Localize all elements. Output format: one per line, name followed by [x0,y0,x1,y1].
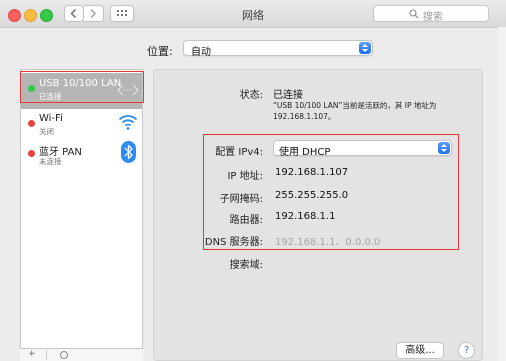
popup-arrows-icon [359,42,371,54]
search-placeholder: 搜索 [423,12,443,23]
service-status: 关闭 [39,127,54,136]
status-dot-off [28,120,35,127]
status-value: 已连接 [273,90,303,101]
wifi-icon [118,115,138,130]
search-icon [409,9,419,19]
service-status: 未连接 [39,157,62,166]
status-description-line2: 192.168.1.107。 [273,112,336,121]
status-description: “USB 10/100 LAN”当前是活跃的，其 IP 地址为 192.168.… [273,100,436,122]
highlight-box-selected-service [20,71,144,103]
status-dot-disconnected [28,150,35,157]
search-field[interactable]: 搜索 [373,5,489,23]
service-name: Wi-Fi [39,113,63,124]
search-domains-label: 搜索域: [229,260,263,271]
help-button[interactable]: ? [458,342,475,359]
divider [46,350,47,360]
service-list: USB 10/100 LAN 已连接 Wi-Fi 关闭 蓝牙 PAN 未连接 [20,69,143,361]
service-item-bluetooth-pan[interactable]: 蓝牙 PAN 未连接 [21,138,142,174]
status-description-line1: “USB 10/100 LAN”当前是活跃的，其 IP 地址为 [273,101,437,110]
window-edge [498,27,506,361]
advanced-button[interactable]: 高级... [396,342,444,359]
location-label: 位置: [147,45,173,58]
bluetooth-icon [121,141,136,163]
location-popup[interactable]: 自动 [183,40,373,58]
gear-icon[interactable] [60,351,68,359]
title-bar: 网络 搜索 [0,0,506,28]
status-label: 状态: [239,90,263,101]
highlight-box-ip-settings [203,134,459,250]
location-value: 自动 [191,47,211,58]
add-service-icon[interactable]: + [28,349,36,359]
service-list-toolbar: + [20,348,143,361]
